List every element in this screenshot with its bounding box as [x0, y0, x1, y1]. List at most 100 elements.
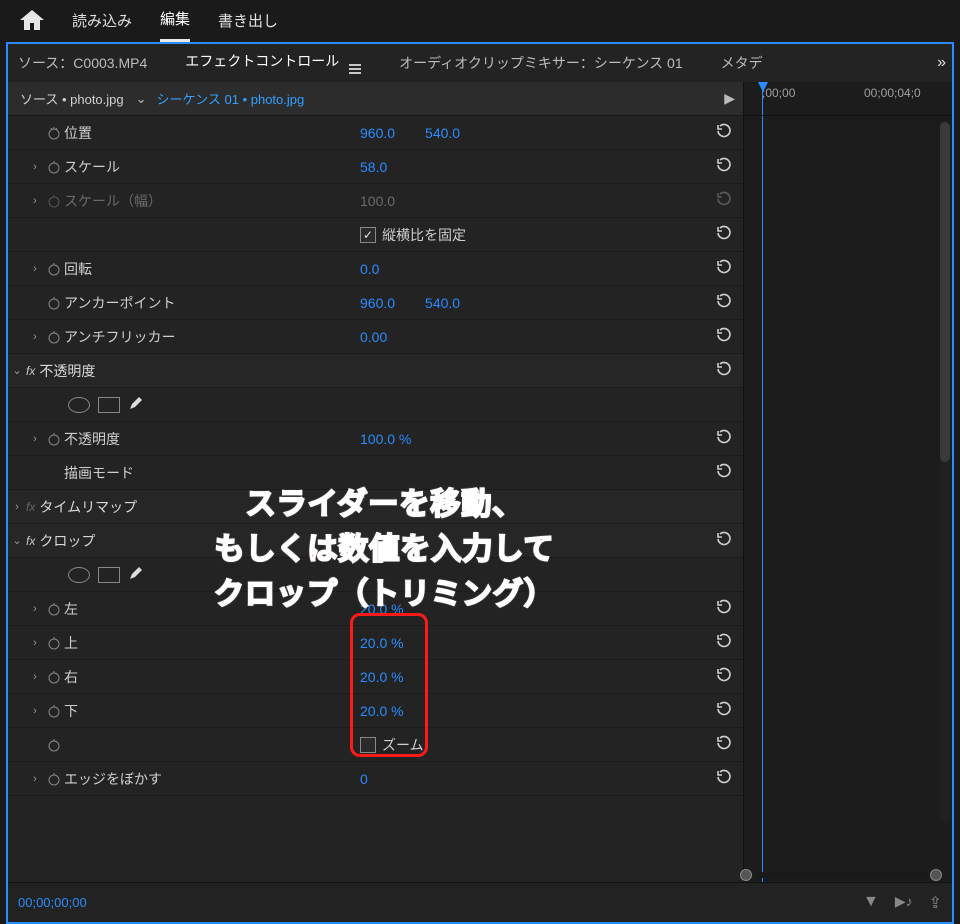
reset-icon[interactable] [715, 326, 733, 347]
stopwatch-icon[interactable] [44, 160, 64, 174]
reset-icon[interactable] [715, 156, 733, 177]
nav-tab-export[interactable]: 書き出し [218, 0, 278, 41]
effect-properties: 位置 960.0540.0 › スケール 58.0 › スケール（幅） [8, 116, 743, 882]
twirl-icon[interactable]: ⌄ [8, 534, 26, 547]
crop-zoom-checkbox[interactable] [360, 737, 376, 753]
twirl-icon[interactable]: › [26, 161, 44, 173]
twirl-icon: › [26, 195, 44, 207]
reset-icon[interactable] [715, 768, 733, 789]
twirl-icon[interactable]: › [26, 433, 44, 445]
position-x-value[interactable]: 960.0 [360, 125, 395, 141]
zoom-slider-handle[interactable] [930, 869, 942, 881]
crop-right-value[interactable]: 20.0 % [360, 669, 404, 685]
section-opacity: 不透明度 [39, 361, 95, 381]
twirl-icon[interactable]: › [26, 705, 44, 717]
twirl-icon[interactable]: › [26, 637, 44, 649]
twirl-icon[interactable]: › [26, 671, 44, 683]
section-crop: クロップ [39, 531, 95, 551]
playhead-icon[interactable] [762, 82, 763, 115]
opacity-value[interactable]: 100.0 % [360, 431, 411, 447]
play-only-icon[interactable]: ▶♪ [895, 893, 913, 913]
mask-pen-button[interactable] [128, 395, 144, 414]
ruler-mark: 00;00;04;0 [864, 86, 921, 100]
crop-left-value[interactable]: 20.0 % [360, 601, 404, 617]
reset-icon[interactable] [715, 360, 733, 381]
reset-icon[interactable] [715, 734, 733, 755]
anchor-y-value[interactable]: 540.0 [425, 295, 460, 311]
panel-menu-icon[interactable] [349, 64, 361, 74]
stopwatch-icon[interactable] [44, 432, 64, 446]
nav-tab-import[interactable]: 読み込み [72, 0, 132, 41]
reset-icon[interactable] [715, 530, 733, 551]
stopwatch-icon[interactable] [44, 738, 64, 752]
crop-top-value[interactable]: 20.0 % [360, 635, 404, 651]
panel-tab-audio-mixer[interactable]: オーディオクリップミキサー：シーケンス 01 [395, 43, 687, 83]
mask-rect-button[interactable] [98, 397, 120, 413]
reset-icon[interactable] [715, 122, 733, 143]
antiflicker-value[interactable]: 0.00 [360, 329, 387, 345]
reset-icon [715, 190, 733, 211]
reset-icon[interactable] [715, 292, 733, 313]
nav-tab-edit[interactable]: 編集 [160, 0, 190, 42]
vertical-scrollbar[interactable] [940, 122, 950, 822]
twirl-icon[interactable]: ⌄ [8, 364, 26, 377]
panel-tab-source[interactable]: ソース：C0003.MP4 [14, 43, 151, 83]
stopwatch-icon[interactable] [44, 704, 64, 718]
mask-ellipse-button[interactable] [68, 567, 90, 583]
mask-ellipse-button[interactable] [68, 397, 90, 413]
more-tabs-icon[interactable]: » [937, 54, 946, 72]
reset-icon[interactable] [715, 224, 733, 245]
twirl-icon[interactable]: › [26, 773, 44, 785]
prop-opacity-label: 不透明度 [64, 429, 120, 449]
reset-icon[interactable] [715, 632, 733, 653]
stopwatch-icon[interactable] [44, 262, 64, 276]
source-dropdown-icon[interactable]: ⌄ [132, 91, 151, 107]
anchor-x-value[interactable]: 960.0 [360, 295, 395, 311]
reset-icon[interactable] [715, 258, 733, 279]
zoom-slider[interactable] [740, 868, 942, 882]
crop-bottom-value[interactable]: 20.0 % [360, 703, 404, 719]
panel-tab-metadata[interactable]: メタデ [717, 43, 767, 83]
twirl-icon[interactable]: › [26, 263, 44, 275]
edge-feather-value[interactable]: 0 [360, 771, 368, 787]
twirl-icon[interactable]: › [8, 501, 26, 513]
scale-value[interactable]: 58.0 [360, 159, 387, 175]
stopwatch-icon[interactable] [44, 636, 64, 650]
stopwatch-icon[interactable] [44, 602, 64, 616]
stopwatch-icon[interactable] [44, 126, 64, 140]
fx-badge[interactable]: fx [26, 500, 35, 514]
prop-antiflicker-label: アンチフリッカー [64, 327, 175, 347]
uniform-scale-checkbox[interactable] [360, 227, 376, 243]
twirl-icon[interactable]: › [26, 331, 44, 343]
home-icon[interactable] [20, 10, 44, 30]
mask-rect-button[interactable] [98, 567, 120, 583]
twirl-icon[interactable]: › [26, 603, 44, 615]
rotation-value[interactable]: 0.0 [360, 261, 379, 277]
position-y-value[interactable]: 540.0 [425, 125, 460, 141]
stopwatch-icon[interactable] [44, 296, 64, 310]
current-timecode[interactable]: 00;00;00;00 [18, 895, 87, 910]
export-icon[interactable]: ⇪ [929, 893, 942, 913]
reset-icon[interactable] [715, 428, 733, 449]
prop-edge-feather-label: エッジをぼかす [64, 769, 162, 789]
reset-icon[interactable] [715, 700, 733, 721]
reset-icon[interactable] [715, 598, 733, 619]
prop-crop-left-label: 左 [64, 599, 78, 619]
stopwatch-icon[interactable] [44, 772, 64, 786]
prop-rotation-label: 回転 [64, 259, 92, 279]
stopwatch-icon[interactable] [44, 330, 64, 344]
panel-tab-effect-controls[interactable]: エフェクトコントロール [181, 41, 365, 86]
fx-badge[interactable]: fx [26, 534, 35, 548]
reset-icon[interactable] [715, 666, 733, 687]
zoom-slider-handle[interactable] [740, 869, 752, 881]
reset-icon[interactable] [715, 462, 733, 483]
prop-crop-right-label: 右 [64, 667, 78, 687]
prop-scale-label: スケール [64, 157, 120, 177]
sequence-clip-name[interactable]: シーケンス 01 • photo.jpg [151, 89, 311, 108]
play-icon[interactable]: ▶ [724, 90, 743, 107]
filter-icon[interactable]: ▼ [863, 893, 879, 913]
fx-badge[interactable]: fx [26, 364, 35, 378]
timeline-ruler[interactable]: ;00;00 00;00;04;0 [744, 82, 952, 116]
stopwatch-icon[interactable] [44, 670, 64, 684]
mask-pen-button[interactable] [128, 565, 144, 584]
